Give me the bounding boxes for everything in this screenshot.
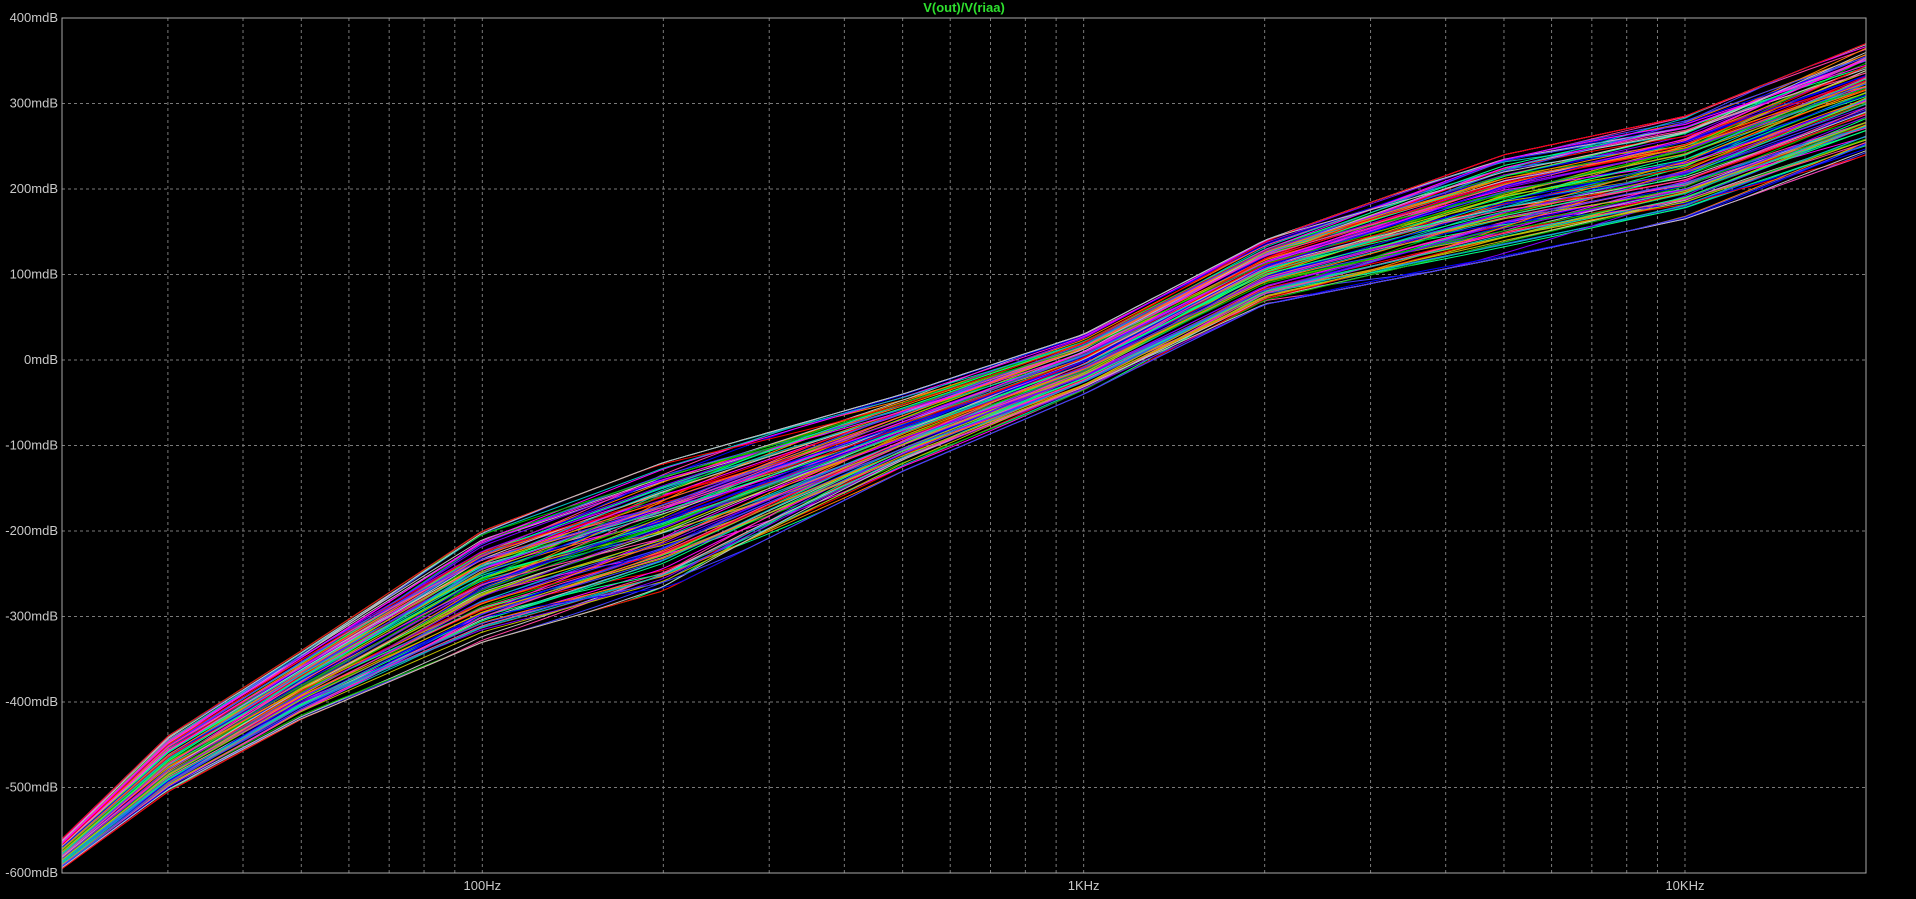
trace-title[interactable]: V(out)/V(riaa)	[923, 0, 1005, 15]
trace-curve[interactable]	[61, 47, 1867, 841]
y-axis-tick-labels: 400mdB 300mdB 200mdB 100mdB 0mdB -100mdB -200m…	[5, 10, 58, 880]
trace-curve[interactable]	[61, 87, 1867, 852]
y-tick-label: -300mdB	[5, 609, 58, 624]
trace-curve[interactable]	[61, 125, 1867, 862]
y-tick-label: 400mdB	[10, 10, 58, 25]
trace-curve[interactable]	[61, 60, 1867, 844]
trace-curve[interactable]	[61, 83, 1867, 850]
x-tick-label: 100Hz	[464, 878, 502, 893]
y-tick-label: 100mdB	[10, 267, 58, 282]
trace-curve[interactable]	[61, 135, 1867, 865]
trace-curve[interactable]	[61, 77, 1867, 849]
trace-curve[interactable]	[61, 125, 1867, 862]
trace-curve[interactable]	[61, 121, 1867, 861]
trace-curve[interactable]	[61, 124, 1867, 862]
trace-curve[interactable]	[61, 125, 1867, 862]
trace-curve[interactable]	[61, 91, 1867, 853]
trace-curve[interactable]	[61, 143, 1867, 867]
trace-curve[interactable]	[61, 92, 1867, 853]
trace-curve[interactable]	[61, 122, 1867, 861]
y-tick-label: 0mdB	[24, 352, 58, 367]
trace-curve[interactable]	[61, 118, 1867, 860]
trace-curve[interactable]	[61, 110, 1867, 858]
x-tick-label: 1KHz	[1068, 878, 1100, 893]
trace-curve[interactable]	[61, 125, 1867, 862]
x-tick-label: 10KHz	[1665, 878, 1704, 893]
trace-curve[interactable]	[61, 130, 1867, 863]
trace-curve[interactable]	[61, 97, 1867, 854]
y-tick-label: -600mdB	[5, 865, 58, 880]
trace-curve[interactable]	[61, 110, 1867, 858]
x-axis-tick-labels: 100Hz 1KHz 10KHz	[464, 878, 1705, 893]
trace-curve[interactable]	[61, 58, 1867, 844]
y-tick-label: 300mdB	[10, 96, 58, 111]
trace-curve[interactable]	[61, 154, 1867, 870]
trace-curve[interactable]	[61, 124, 1867, 862]
trace-curve[interactable]	[61, 150, 1867, 869]
trace-curve[interactable]	[61, 122, 1867, 861]
y-tick-label: -500mdB	[5, 780, 58, 795]
y-tick-label: -400mdB	[5, 694, 58, 709]
trace-curve[interactable]	[61, 116, 1867, 859]
trace-curve[interactable]	[61, 87, 1867, 852]
trace-curve[interactable]	[61, 129, 1867, 863]
trace-curve[interactable]	[61, 152, 1867, 869]
trace-curve[interactable]	[61, 75, 1867, 848]
y-tick-label: 200mdB	[10, 181, 58, 196]
trace-curve[interactable]	[61, 143, 1867, 867]
trace-curve[interactable]	[61, 141, 1867, 866]
trace-curve[interactable]	[61, 126, 1867, 862]
trace-group	[61, 43, 1867, 870]
trace-curve[interactable]	[61, 124, 1867, 862]
trace-curve[interactable]	[61, 124, 1867, 861]
trace-curve[interactable]	[61, 121, 1867, 861]
y-tick-label: -100mdB	[5, 438, 58, 453]
trace-curve[interactable]	[61, 111, 1867, 858]
y-tick-label: -200mdB	[5, 523, 58, 538]
bode-plot: 400mdB 300mdB 200mdB 100mdB 0mdB -100mdB -200m…	[5, 0, 1867, 893]
trace-curve[interactable]	[61, 142, 1867, 866]
trace-curve[interactable]	[61, 117, 1867, 860]
trace-curve[interactable]	[61, 111, 1867, 858]
trace-curve[interactable]	[61, 136, 1867, 865]
trace-curve[interactable]	[61, 135, 1867, 865]
trace-curve[interactable]	[61, 89, 1867, 852]
trace-curve[interactable]	[61, 122, 1867, 861]
trace-curve[interactable]	[61, 138, 1867, 865]
trace-curve[interactable]	[61, 154, 1867, 870]
trace-curve[interactable]	[61, 51, 1867, 842]
trace-curve[interactable]	[61, 83, 1867, 850]
trace-curve[interactable]	[61, 139, 1867, 866]
trace-curve[interactable]	[61, 58, 1867, 844]
trace-curve[interactable]	[61, 122, 1867, 861]
trace-curve[interactable]	[61, 139, 1867, 866]
trace-curve[interactable]	[61, 145, 1867, 867]
trace-curve[interactable]	[61, 143, 1867, 867]
trace-curve[interactable]	[61, 148, 1867, 868]
trace-curve[interactable]	[61, 88, 1867, 852]
